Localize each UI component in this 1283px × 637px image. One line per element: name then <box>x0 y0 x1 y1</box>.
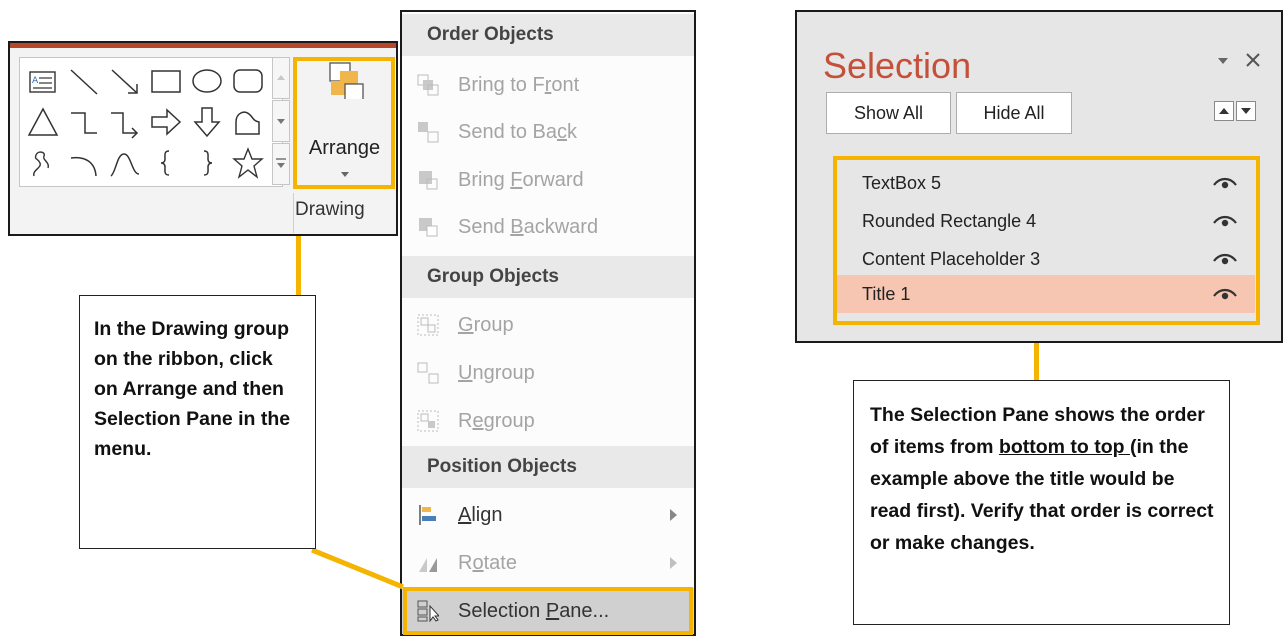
left-instruction-callout: In the Drawing group on the ribbon, clic… <box>79 295 316 549</box>
triangle-down-icon <box>1241 108 1251 114</box>
position-objects-header: Position Objects <box>402 446 694 488</box>
regroup-icon <box>417 410 439 432</box>
curve-icon[interactable] <box>108 146 142 180</box>
chevron-down-icon <box>277 119 285 124</box>
send-to-back-item[interactable]: Send to Back <box>402 109 694 155</box>
group-label: Group <box>458 314 514 336</box>
elbow-connector-icon[interactable] <box>67 105 101 139</box>
regroup-item[interactable]: Regroup <box>402 398 694 444</box>
connector-line <box>1034 343 1039 380</box>
hide-all-button[interactable]: Hide All <box>956 92 1072 134</box>
gallery-scroll-up-button[interactable] <box>272 57 290 99</box>
bring-forward-icon <box>419 171 438 190</box>
connector-line <box>311 547 404 590</box>
send-backward-label: Send Backward <box>458 216 599 238</box>
oval-icon[interactable] <box>190 64 224 98</box>
curve-scribble-icon[interactable] <box>26 146 60 180</box>
send-backward-icon <box>419 218 438 237</box>
close-icon[interactable] <box>1244 51 1262 69</box>
arrange-menu: Order Objects Bring to Front Send to Bac… <box>400 10 696 636</box>
align-label: Align <box>458 504 503 526</box>
rounded-rectangle-icon[interactable] <box>231 64 265 98</box>
arrow-line-icon[interactable] <box>108 64 142 98</box>
right-explanation-callout: The Selection Pane shows the order of it… <box>853 380 1230 625</box>
selection-pane-highlight <box>403 587 693 635</box>
connector-line <box>296 236 301 295</box>
pane-items-highlight <box>833 156 1260 325</box>
send-to-back-label: Send to Back <box>458 121 577 143</box>
chevron-up-icon <box>277 75 285 80</box>
ribbon-accent-bar <box>10 43 396 48</box>
rectangle-icon[interactable] <box>149 64 183 98</box>
pane-title: Selection <box>823 45 972 86</box>
group-separator <box>293 193 294 233</box>
shapes-gallery: A <box>19 57 283 187</box>
ungroup-icon <box>417 362 439 384</box>
pane-options-chevron-down-icon[interactable] <box>1216 56 1230 66</box>
star-icon[interactable] <box>231 146 265 180</box>
arrange-highlight <box>293 57 395 189</box>
rotate-label: Rotate <box>458 552 517 574</box>
svg-text:A: A <box>32 76 39 86</box>
align-item[interactable]: Align <box>402 492 694 538</box>
gallery-scroll-down-button[interactable] <box>272 100 290 142</box>
arc-icon[interactable] <box>67 146 101 180</box>
freeform-icon[interactable] <box>231 105 265 139</box>
bring-forward-label: Bring Forward <box>458 169 584 191</box>
send-backward-button[interactable] <box>1236 101 1256 121</box>
group-item[interactable]: Group <box>402 302 694 348</box>
elbow-arrow-connector-icon[interactable] <box>108 105 142 139</box>
ungroup-item[interactable]: Ungroup <box>402 350 694 396</box>
more-icon <box>276 158 286 168</box>
left-brace-icon[interactable] <box>149 146 183 180</box>
bring-to-front-item[interactable]: Bring to Front <box>402 62 694 108</box>
bring-forward-item[interactable]: Bring Forward <box>402 157 694 203</box>
rotate-item[interactable]: Rotate <box>402 540 694 586</box>
rotate-icon <box>419 558 437 572</box>
ungroup-label: Ungroup <box>458 362 535 384</box>
group-objects-header: Group Objects <box>402 256 694 298</box>
group-icon <box>417 314 439 336</box>
bring-forward-button[interactable] <box>1214 101 1234 121</box>
send-backward-item[interactable]: Send Backward <box>402 204 694 250</box>
submenu-arrow-icon <box>670 509 677 521</box>
triangle-up-icon <box>1219 108 1229 114</box>
shapes-gallery-scrollbar <box>272 57 290 185</box>
triangle-icon[interactable] <box>26 105 60 139</box>
right-arrow-icon[interactable] <box>149 105 183 139</box>
order-objects-header: Order Objects <box>402 14 694 56</box>
bring-to-front-icon <box>417 74 439 96</box>
send-to-back-icon <box>418 122 439 143</box>
gallery-more-button[interactable] <box>272 143 290 185</box>
show-all-button[interactable]: Show All <box>826 92 951 134</box>
down-arrow-icon[interactable] <box>190 105 224 139</box>
drawing-group-label: Drawing <box>295 199 365 220</box>
line-icon[interactable] <box>67 64 101 98</box>
callout-text-underlined: bottom to top <box>998 436 1130 458</box>
text-box-icon[interactable]: A <box>26 64 60 98</box>
submenu-arrow-icon <box>670 557 677 569</box>
align-icon <box>419 505 436 525</box>
right-brace-icon[interactable] <box>190 146 224 180</box>
bring-to-front-label: Bring to Front <box>458 74 580 96</box>
regroup-label: Regroup <box>458 410 535 432</box>
